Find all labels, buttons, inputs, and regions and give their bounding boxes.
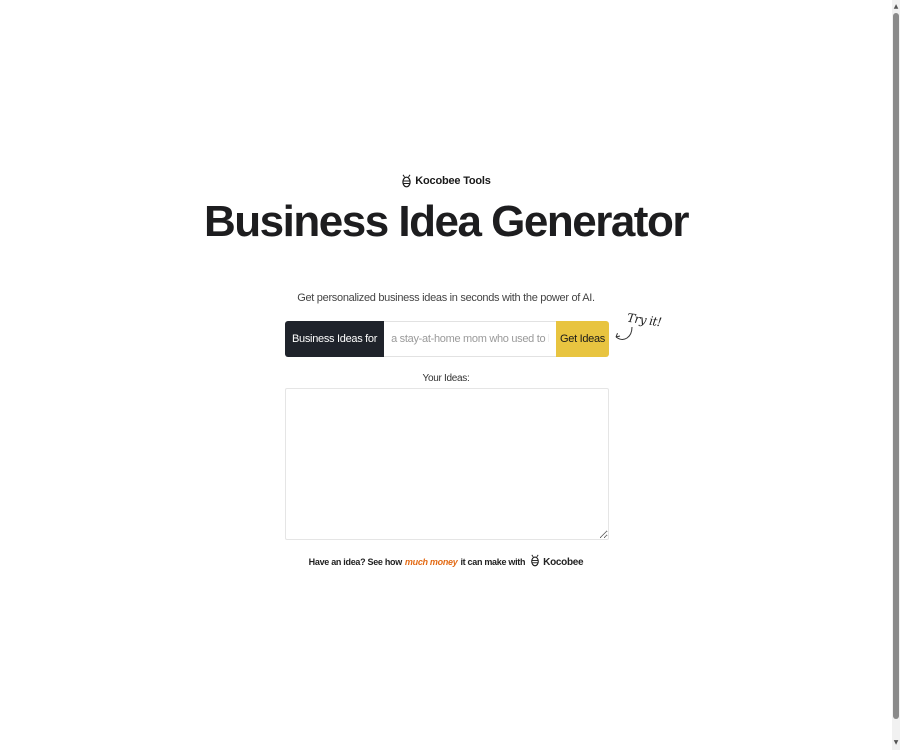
- footer-text-before: Have an idea? See how: [308, 557, 403, 567]
- input-prefix-label: Business Ideas for: [285, 321, 385, 357]
- ideas-label: Your Ideas:: [422, 373, 470, 384]
- scroll-up-arrow-icon[interactable]: ▲: [892, 2, 900, 12]
- scroll-down-arrow-icon[interactable]: ▼: [892, 738, 900, 748]
- get-ideas-button[interactable]: Get Ideas: [556, 321, 609, 357]
- footer-cta: Have an idea? See how much money it can …: [0, 554, 892, 570]
- brand-name: Kocobee Tools: [415, 175, 491, 187]
- page-subtitle: Get personalized business ideas in secon…: [297, 292, 595, 304]
- brand-header[interactable]: Kocobee Tools: [0, 174, 892, 188]
- main-content: Kocobee Tools Business Idea Generator Ge…: [0, 0, 892, 750]
- page-title: Business Idea Generator: [204, 197, 689, 246]
- scrollbar-thumb[interactable]: [893, 13, 899, 719]
- audience-input[interactable]: [384, 321, 556, 357]
- idea-form: Business Ideas for Get Ideas: [285, 321, 609, 357]
- footer-brand-name: Kocobee: [543, 556, 584, 568]
- curved-arrow-icon: [615, 326, 633, 340]
- bee-icon: [401, 174, 412, 188]
- vertical-scrollbar[interactable]: ▲ ▼: [892, 0, 900, 750]
- bee-icon: [530, 554, 540, 570]
- page: Kocobee Tools Business Idea Generator Ge…: [0, 0, 900, 750]
- much-money-link[interactable]: much money: [405, 557, 458, 567]
- try-it-hint: Try it!: [612, 311, 662, 347]
- footer-brand[interactable]: Kocobee: [530, 554, 584, 570]
- footer-text-after: it can make with: [460, 557, 526, 567]
- ideas-output-textarea[interactable]: [285, 388, 609, 540]
